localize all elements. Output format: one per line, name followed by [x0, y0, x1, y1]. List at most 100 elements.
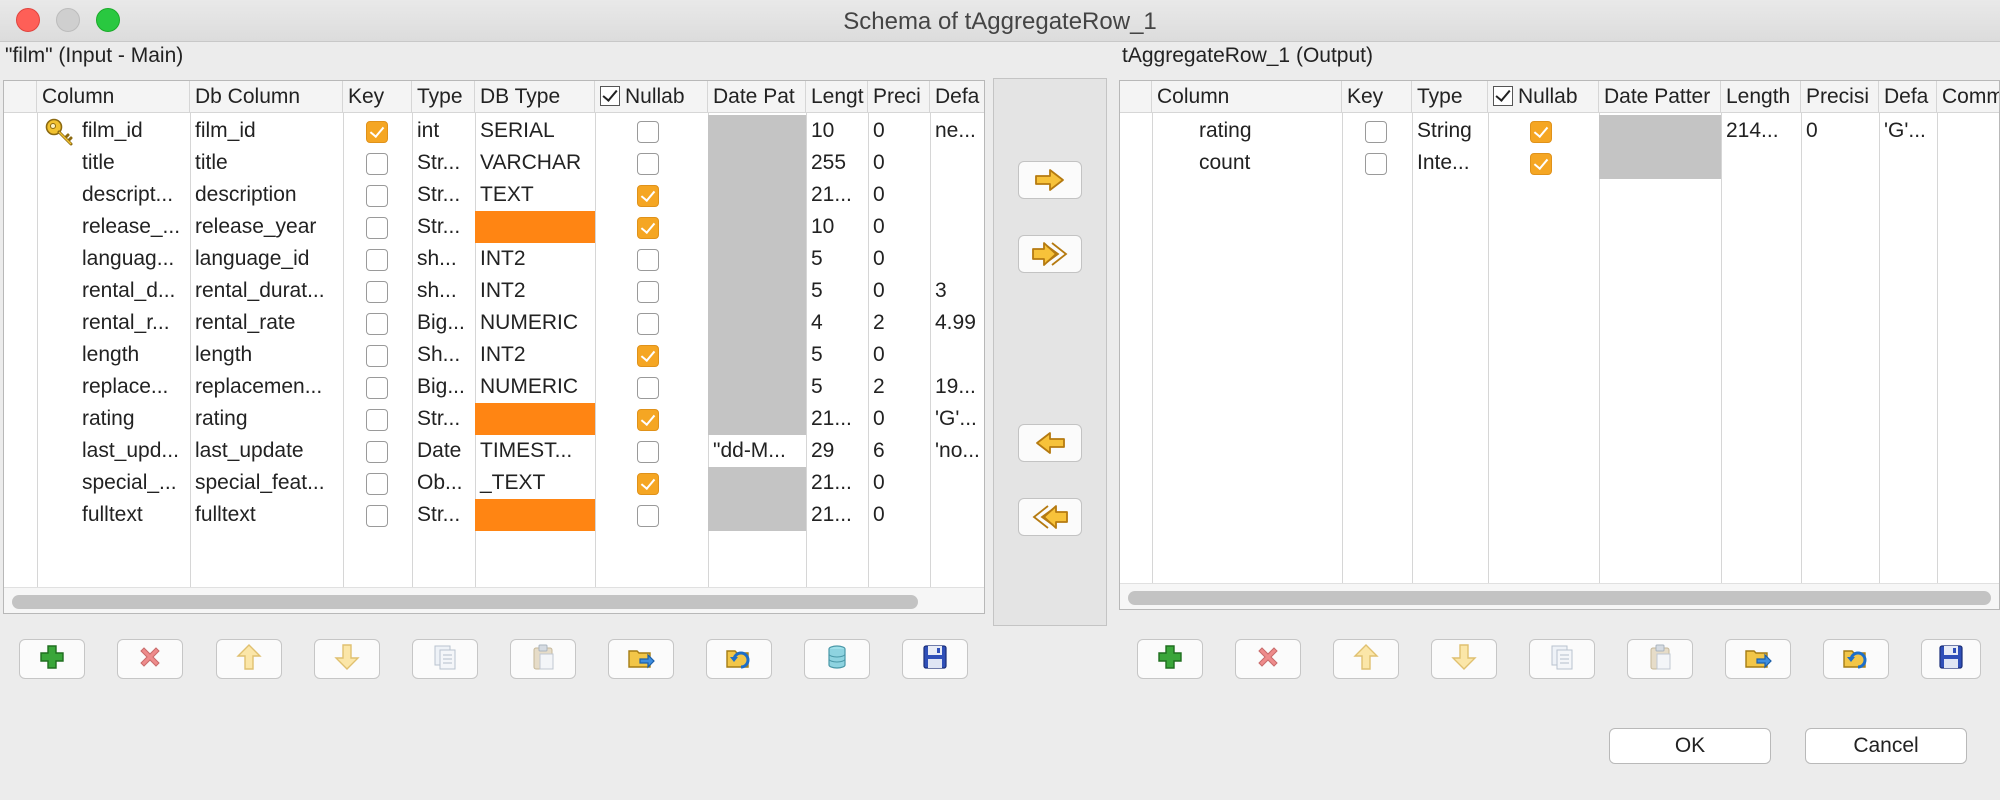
table-row[interactable]: descript... description Str... TEXT 21... 0: [4, 179, 984, 211]
cell-precision[interactable]: 0: [868, 499, 930, 531]
cell-length[interactable]: 4: [806, 307, 868, 339]
cell-date-pattern[interactable]: [1599, 115, 1721, 147]
input-move-up-button[interactable]: [216, 639, 282, 679]
cell-date-pattern[interactable]: [708, 339, 806, 371]
cell-db-type[interactable]: NUMERIC: [475, 307, 595, 339]
cell-db-column[interactable]: last_update: [190, 435, 343, 467]
header-key[interactable]: Key: [343, 81, 412, 113]
key-checkbox[interactable]: [366, 121, 388, 143]
cell-db-type[interactable]: TIMEST...: [475, 435, 595, 467]
header-nullable[interactable]: Nullab: [595, 81, 708, 113]
cell-db-type[interactable]: NUMERIC: [475, 371, 595, 403]
cell-type[interactable]: sh...: [412, 275, 475, 307]
scrollbar-thumb[interactable]: [12, 595, 918, 609]
nullable-checkbox[interactable]: [1530, 121, 1552, 143]
header-length[interactable]: Lengt: [806, 81, 868, 113]
cell-length[interactable]: 5: [806, 243, 868, 275]
header-date-pattern[interactable]: Date Patter: [1599, 81, 1721, 113]
key-checkbox[interactable]: [1365, 153, 1387, 175]
cell-column[interactable]: film_id: [77, 115, 190, 147]
cell-column[interactable]: languag...: [77, 243, 190, 275]
header-column[interactable]: Column: [37, 81, 190, 113]
cell-date-pattern[interactable]: [708, 403, 806, 435]
input-import-button[interactable]: [608, 639, 674, 679]
cell-db-type[interactable]: VARCHAR: [475, 147, 595, 179]
header-precision[interactable]: Preci: [868, 81, 930, 113]
cell-length[interactable]: 21...: [806, 403, 868, 435]
table-row[interactable]: rental_r... rental_rate Big... NUMERIC 4 2 4.9…: [4, 307, 984, 339]
horizontal-scrollbar[interactable]: [4, 587, 984, 613]
input-remove-button[interactable]: [117, 639, 183, 679]
header-key[interactable]: Key: [1342, 81, 1412, 113]
cell-date-pattern[interactable]: [708, 115, 806, 147]
input-copy-button[interactable]: [412, 639, 478, 679]
nullable-checkbox[interactable]: [637, 409, 659, 431]
nullable-checkbox[interactable]: [637, 185, 659, 207]
cell-db-type[interactable]: SERIAL: [475, 115, 595, 147]
nullable-checkbox[interactable]: [637, 345, 659, 367]
input-move-down-button[interactable]: [314, 639, 380, 679]
cell-db-type[interactable]: INT2: [475, 243, 595, 275]
cell-precision[interactable]: 0: [868, 403, 930, 435]
nullable-checkbox[interactable]: [637, 281, 659, 303]
key-checkbox[interactable]: [366, 345, 388, 367]
output-export-button[interactable]: [1823, 639, 1889, 679]
cell-default[interactable]: [930, 179, 984, 211]
cell-precision[interactable]: 2: [868, 307, 930, 339]
output-copy-button[interactable]: [1529, 639, 1595, 679]
nullable-checkbox[interactable]: [637, 249, 659, 271]
cell-length[interactable]: 21...: [806, 499, 868, 531]
cell-db-type[interactable]: [475, 211, 595, 243]
cell-column[interactable]: fulltext: [77, 499, 190, 531]
cell-date-pattern[interactable]: [1599, 147, 1721, 179]
output-add-button[interactable]: [1137, 639, 1203, 679]
table-row[interactable]: length length Sh... INT2 5 0: [4, 339, 984, 371]
input-reset-db-types-button[interactable]: [804, 639, 870, 679]
table-row[interactable]: title title Str... VARCHAR 255 0: [4, 147, 984, 179]
cell-precision[interactable]: 2: [868, 371, 930, 403]
cell-default[interactable]: 'no...: [930, 435, 984, 467]
cell-default[interactable]: [930, 339, 984, 371]
cell-length[interactable]: 5: [806, 339, 868, 371]
cell-db-type[interactable]: _TEXT: [475, 467, 595, 499]
cell-length[interactable]: 10: [806, 115, 868, 147]
nullable-checkbox[interactable]: [637, 217, 659, 239]
cell-column[interactable]: replace...: [77, 371, 190, 403]
key-checkbox[interactable]: [366, 377, 388, 399]
input-add-button[interactable]: [19, 639, 85, 679]
ok-button[interactable]: OK: [1609, 728, 1771, 764]
cell-default[interactable]: ne...: [930, 115, 984, 147]
output-schema-table[interactable]: Column Key Type Nullab Date Patter Length Prec…: [1119, 80, 2000, 610]
nullable-checkbox[interactable]: [637, 473, 659, 495]
cell-column[interactable]: count: [1194, 147, 1342, 179]
table-row[interactable]: count Inte...: [1120, 147, 1999, 179]
cell-length[interactable]: 21...: [806, 179, 868, 211]
cell-db-column[interactable]: language_id: [190, 243, 343, 275]
cell-default[interactable]: [930, 243, 984, 275]
header-db-type[interactable]: DB Type: [475, 81, 595, 113]
nullable-checkbox[interactable]: [637, 153, 659, 175]
cell-type[interactable]: Ob...: [412, 467, 475, 499]
cell-date-pattern[interactable]: [708, 371, 806, 403]
key-checkbox[interactable]: [366, 185, 388, 207]
cell-default[interactable]: 'G'...: [1879, 115, 1937, 147]
cell-precision[interactable]: 6: [868, 435, 930, 467]
cell-type[interactable]: Big...: [412, 371, 475, 403]
cell-type[interactable]: Sh...: [412, 339, 475, 371]
table-row[interactable]: film_id film_id int SERIAL 10 0 ne...: [4, 115, 984, 147]
cell-db-type[interactable]: [475, 403, 595, 435]
cell-db-type[interactable]: INT2: [475, 275, 595, 307]
key-checkbox[interactable]: [1365, 121, 1387, 143]
cell-default[interactable]: [930, 211, 984, 243]
cell-column[interactable]: release_...: [77, 211, 190, 243]
cell-date-pattern[interactable]: [708, 179, 806, 211]
cell-db-column[interactable]: rental_durat...: [190, 275, 343, 307]
input-export-button[interactable]: [706, 639, 772, 679]
cancel-button[interactable]: Cancel: [1805, 728, 1967, 764]
cell-date-pattern[interactable]: [708, 275, 806, 307]
cell-precision[interactable]: 0: [868, 339, 930, 371]
cell-db-column[interactable]: length: [190, 339, 343, 371]
header-default[interactable]: Defa: [1879, 81, 1937, 113]
header-type[interactable]: Type: [412, 81, 475, 113]
input-paste-button[interactable]: [510, 639, 576, 679]
